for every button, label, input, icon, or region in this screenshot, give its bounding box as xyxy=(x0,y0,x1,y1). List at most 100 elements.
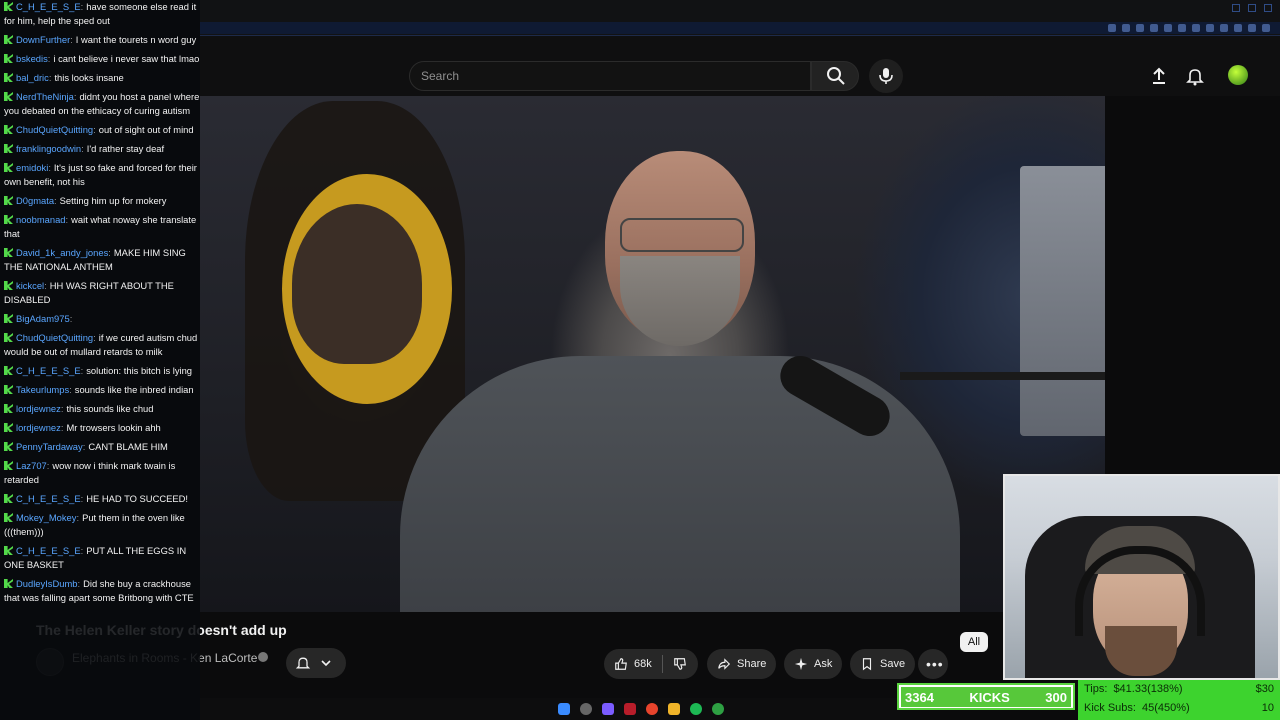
more-actions-button[interactable]: ••• xyxy=(918,649,948,679)
upload-icon[interactable] xyxy=(1149,66,1169,86)
subs-goal: 10 xyxy=(1261,702,1274,714)
folder-icon[interactable] xyxy=(668,703,680,715)
subscriber-badge-icon xyxy=(4,513,13,522)
minimize-icon[interactable] xyxy=(1232,4,1240,12)
chat-text: HE HAD TO SUCCEED! xyxy=(86,493,188,504)
youtube-header xyxy=(200,36,1280,96)
chat-text: this looks insane xyxy=(54,72,124,83)
chat-username[interactable]: bal_dric xyxy=(16,72,54,83)
subscriber-badge-icon xyxy=(4,144,13,153)
subscriber-badge-icon xyxy=(4,92,13,101)
kicks-label: KICKS xyxy=(969,689,1010,705)
save-button[interactable]: Save xyxy=(850,649,916,679)
chat-text: i cant believe i never saw that lmao xyxy=(53,53,200,64)
taskbar xyxy=(200,698,900,720)
chat-username[interactable]: C_H_E_E_S_E xyxy=(16,1,86,12)
subs-row: Kick Subs: 45(450%) xyxy=(1084,702,1190,714)
chat-username[interactable]: lordjewnez xyxy=(16,422,66,433)
voice-search-button[interactable] xyxy=(869,59,903,93)
search-taskbar-icon[interactable] xyxy=(580,703,592,715)
goals-panel: Tips: $41.33(138%) $30 Kick Subs: 45(450… xyxy=(1078,680,1280,720)
chat-username[interactable]: C_H_E_E_S_E xyxy=(16,493,86,504)
extension-icon[interactable] xyxy=(1234,24,1242,32)
chip-all[interactable]: All xyxy=(960,632,988,652)
browser-toolbar xyxy=(200,0,1280,36)
subscriber-badge-icon xyxy=(4,385,13,394)
discord-icon[interactable] xyxy=(602,703,614,715)
extension-icon[interactable] xyxy=(1150,24,1158,32)
account-avatar[interactable] xyxy=(1228,65,1248,85)
extension-icon[interactable] xyxy=(1178,24,1186,32)
chat-message: lordjewnezMr trowsers lookin ahh xyxy=(4,421,200,435)
chat-username[interactable]: ChudQuietQuitting xyxy=(16,332,99,343)
subscriber-badge-icon xyxy=(4,248,13,257)
chat-username[interactable]: bskedis xyxy=(16,53,53,64)
chrome-icon[interactable] xyxy=(646,703,658,715)
like-icon[interactable] xyxy=(614,657,628,671)
search-box[interactable] xyxy=(409,61,811,91)
spotify-icon[interactable] xyxy=(690,703,702,715)
search-button[interactable] xyxy=(811,61,859,91)
chat-username[interactable]: C_H_E_E_S_E xyxy=(16,365,86,376)
extension-icon[interactable] xyxy=(1220,24,1228,32)
chat-username[interactable]: Takeurlumps xyxy=(16,384,75,395)
chat-message: bskedisi cant believe i never saw that l… xyxy=(4,52,200,66)
chat-username[interactable]: Laz707 xyxy=(16,460,52,471)
host-glasses xyxy=(620,218,744,252)
share-button[interactable]: Share xyxy=(707,649,777,679)
extension-icon[interactable] xyxy=(1164,24,1172,32)
video-player[interactable] xyxy=(200,96,1105,612)
chat-username[interactable]: Mokey_Mokey xyxy=(16,512,82,523)
chat-username[interactable]: ChudQuietQuitting xyxy=(16,124,99,135)
notifications-bell-icon[interactable] xyxy=(1185,66,1205,86)
chat-username[interactable]: DudleyIsDumb xyxy=(16,578,83,589)
close-icon[interactable] xyxy=(1264,4,1272,12)
chat-username[interactable]: lordjewnez xyxy=(16,403,66,414)
share-icon xyxy=(718,658,731,670)
app-icon[interactable] xyxy=(624,703,636,715)
xbox-icon[interactable] xyxy=(712,703,724,715)
bookmark-star-icon[interactable] xyxy=(1192,24,1200,32)
subscription-bell-button[interactable] xyxy=(286,648,346,678)
chat-username[interactable]: noobmanad xyxy=(16,214,71,225)
tips-label: Tips: xyxy=(1084,683,1108,695)
extension-icon[interactable] xyxy=(1248,24,1256,32)
chat-username[interactable]: DownFurther xyxy=(16,34,76,45)
like-count: 68k xyxy=(634,658,652,670)
divider xyxy=(661,655,663,673)
chat-username[interactable]: emidoki xyxy=(16,162,54,173)
like-dislike-group[interactable]: 68k xyxy=(604,649,698,679)
subscriber-badge-icon xyxy=(4,125,13,134)
chat-message: bal_dricthis looks insane xyxy=(4,71,200,85)
subscriber-badge-icon xyxy=(4,163,13,172)
extension-icon[interactable] xyxy=(1136,24,1144,32)
extension-icons[interactable] xyxy=(1108,24,1270,32)
extension-icon[interactable] xyxy=(1206,24,1214,32)
screen: The Helen Keller story doesn't add up El… xyxy=(0,0,1280,720)
maximize-icon[interactable] xyxy=(1248,4,1256,12)
chat-text: this sounds like chud xyxy=(66,403,154,414)
subs-label: Kick Subs: xyxy=(1084,702,1136,714)
background-window xyxy=(1020,166,1105,436)
chat-username[interactable]: franklingoodwin xyxy=(16,143,87,154)
chat-username[interactable]: PennyTardaway xyxy=(16,441,88,452)
chat-overlay: C_H_E_E_S_Ehave someone else read it for… xyxy=(0,0,200,720)
chat-username[interactable]: BigAdam975 xyxy=(16,313,75,324)
chat-message: C_H_E_E_S_EPUT ALL THE EGGS IN ONE BASKE… xyxy=(4,544,200,572)
chat-username[interactable]: NerdTheNinja xyxy=(16,91,79,102)
zoom-icon[interactable] xyxy=(1108,24,1116,32)
extension-icon[interactable] xyxy=(1122,24,1130,32)
subscriber-badge-icon xyxy=(4,73,13,82)
chat-username[interactable]: D0gmata xyxy=(16,195,60,206)
subscriber-badge-icon xyxy=(4,579,13,588)
menu-icon[interactable] xyxy=(1262,24,1270,32)
window-controls[interactable] xyxy=(1232,4,1272,12)
dislike-icon[interactable] xyxy=(673,657,687,671)
subscriber-badge-icon xyxy=(4,215,13,224)
search-input[interactable] xyxy=(410,62,810,90)
start-icon[interactable] xyxy=(558,703,570,715)
chat-username[interactable]: C_H_E_E_S_E xyxy=(16,545,86,556)
chat-username[interactable]: David_1k_andy_jones xyxy=(16,247,114,258)
ask-button[interactable]: Ask xyxy=(784,649,843,679)
chat-username[interactable]: kickcel xyxy=(16,280,50,291)
